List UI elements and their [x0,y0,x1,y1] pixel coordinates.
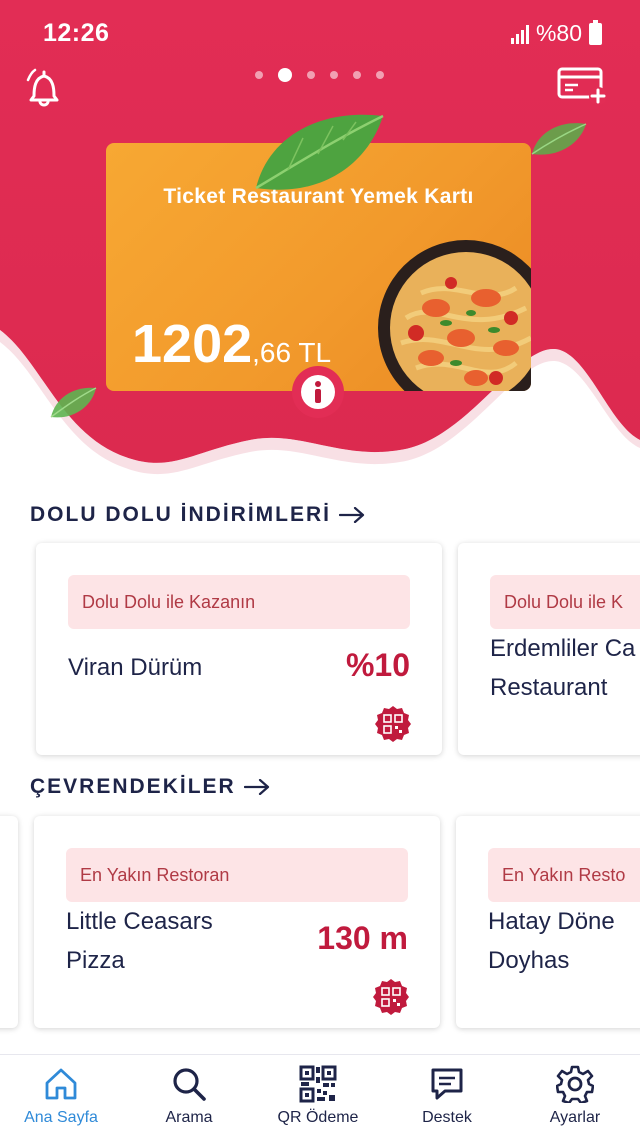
pasta-bowl-image [378,240,531,391]
battery-percentage: %80 [535,20,582,46]
search-icon [173,1068,206,1101]
bell-icon[interactable] [24,66,64,108]
discount-card[interactable]: Dolu Dolu ile Kazanın Viran Dürüm %10 [36,543,442,755]
carousel-dot[interactable] [376,71,384,79]
discounts-section-title[interactable]: DOLU DOLU İNDİRİMLERİ [30,503,365,527]
restaurant-name: Viran Dürüm [68,654,203,681]
carousel-dot[interactable] [307,71,315,79]
carousel-dot[interactable] [353,71,361,79]
nav-label: Ayarlar [549,1109,601,1126]
status-time: 12:26 [43,19,110,47]
arrow-right-icon [243,779,269,795]
discount-value: %10 [345,647,410,683]
nav-qr-payment[interactable]: QR Ödeme [263,1065,373,1127]
arrow-right-icon [338,507,365,523]
status-bar: 12:26 %80 [0,0,640,64]
restaurant-name-line2: Restaurant [490,674,608,701]
restaurant-name: Erdemliler Ca [490,635,636,662]
spinach-leaf-image [531,123,587,155]
discounts-title: DOLU DOLU İNDİRİMLERİ [30,503,331,526]
restaurant-name-line2: Doyhas [488,947,570,974]
qr-badge-icon [373,979,409,1015]
battery-icon [589,19,602,45]
carousel-dot[interactable] [330,71,338,79]
signal-icon [510,24,529,44]
qr-badge-icon [375,706,411,742]
restaurant-name: Hatay Döne [488,908,615,935]
balance-amount: 1202 [132,314,253,374]
nearby-section-title[interactable]: ÇEVRENDEKİLER [30,775,270,799]
nearby-card-partial[interactable] [0,816,18,1028]
distance-value: 130 m [317,920,408,956]
nearby-tag: En Yakın Restoran [66,848,408,902]
spinach-leaf-image [50,387,97,418]
nearby-tag: En Yakın Resto [488,848,640,902]
restaurant-name-line2: Pizza [66,947,125,974]
discount-card[interactable]: Dolu Dolu ile K Erdemliler Ca Restaurant [458,543,640,755]
nearby-card[interactable]: En Yakın Resto Hatay Döne Doyhas [456,816,640,1028]
gear-icon [556,1065,594,1103]
carousel-indicator [255,68,384,82]
spinach-leaf-image [255,114,384,190]
nav-home[interactable]: Ana Sayfa [6,1065,116,1127]
discount-tag: Dolu Dolu ile K [490,575,640,629]
chat-icon [431,1068,463,1100]
qr-code-icon [299,1065,337,1103]
bottom-navigation: Ana Sayfa Arama QR Ödeme Destek Ayarlar [0,1054,640,1138]
discount-tag: Dolu Dolu ile Kazanın [68,575,410,629]
nav-support[interactable]: Destek [392,1065,502,1127]
add-card-icon[interactable] [556,66,610,106]
nav-settings[interactable]: Ayarlar [520,1065,630,1127]
carousel-dot[interactable] [255,71,263,79]
nearby-card[interactable]: En Yakın Restoran Little Ceasars Pizza 1… [34,816,440,1028]
nav-label: Ana Sayfa [24,1109,98,1126]
nav-label: Arama [165,1109,213,1126]
carousel-dot-active[interactable] [278,68,292,82]
status-indicators: %80 [510,19,602,47]
info-button[interactable] [290,364,346,420]
nav-label: Destek [422,1109,472,1126]
home-icon [45,1068,77,1100]
restaurant-name: Little Ceasars [66,908,213,935]
nearby-title: ÇEVRENDEKİLER [30,775,236,798]
nav-label: QR Ödeme [277,1109,359,1126]
nav-search[interactable]: Arama [134,1065,244,1127]
